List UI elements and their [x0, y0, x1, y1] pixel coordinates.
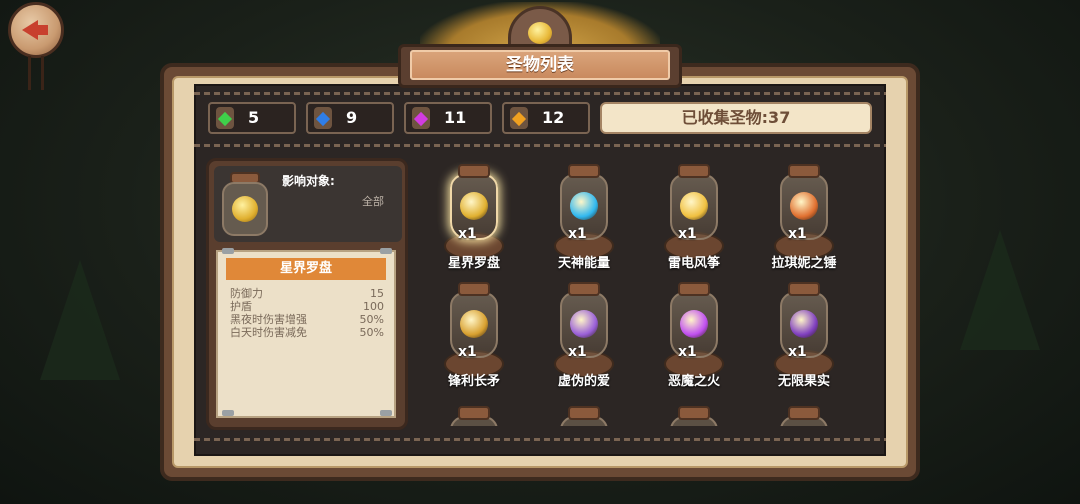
spear-icon [460, 310, 488, 338]
relic-quantity: x1 [568, 226, 587, 242]
relic-quantity: x1 [678, 226, 697, 242]
relic-count-green: 5 [208, 102, 296, 134]
compass-icon [460, 192, 488, 220]
relic-name-label: 虚伪的爱 [557, 374, 610, 389]
collected-count: 已收集圣物:37 [600, 102, 872, 134]
relic-item[interactable]: x1 虚伪的爱 [538, 278, 630, 398]
fruit-icon [790, 310, 818, 338]
background-tree [960, 230, 1040, 350]
relic-slot-partial[interactable] [648, 402, 740, 426]
stat-row: 白天时伤害减免 50% [230, 326, 384, 339]
relic-name-label: 无限果实 [777, 374, 830, 389]
compass-icon [232, 196, 258, 222]
relic-slot-partial[interactable] [538, 402, 630, 426]
relic-item[interactable]: x1 拉琪妮之锤 [758, 160, 850, 280]
relic-name-label: 雷电风筝 [667, 256, 720, 271]
relic-quantity: x1 [788, 226, 807, 242]
relic-quantity: x1 [458, 226, 477, 242]
gem-icon [528, 22, 552, 44]
background-tree [40, 260, 120, 380]
stat-row: 防御力 15 [230, 287, 384, 300]
relic-count-blue: 9 [306, 102, 394, 134]
relic-item[interactable]: x1 恶魔之火 [648, 278, 740, 398]
relic-name: 星界罗盘 [226, 258, 386, 280]
relic-item[interactable]: x1 星界罗盘 [428, 160, 520, 280]
flame-icon [680, 310, 708, 338]
relic-item[interactable]: x1 天神能量 [538, 160, 630, 280]
kite-icon [680, 192, 708, 220]
relic-item[interactable]: x1 雷电风筝 [648, 160, 740, 280]
page-title: 圣物列表 [410, 50, 670, 80]
energy-orb-icon [570, 192, 598, 220]
affect-target-label: 影响对象: [282, 174, 335, 188]
affect-target-value: 全部 [362, 195, 384, 208]
stat-row: 黑夜时伤害增强 50% [230, 313, 384, 326]
relic-name-label: 天神能量 [557, 256, 610, 271]
relic-quantity: x1 [458, 344, 477, 360]
relic-count-purple: 11 [404, 102, 492, 134]
hammer-icon [790, 192, 818, 220]
relic-item[interactable]: x1 无限果实 [758, 278, 850, 398]
relic-quantity: x1 [788, 344, 807, 360]
relic-stats: 防御力 15 护盾 100 黑夜时伤害增强 50% 白天时伤害减免 50% [230, 287, 384, 339]
relic-quantity: x1 [678, 344, 697, 360]
relic-slot-partial[interactable] [428, 402, 520, 426]
selected-relic-jar [220, 172, 270, 238]
relic-name-label: 拉琪妮之锤 [771, 256, 837, 271]
stat-row: 护盾 100 [230, 300, 384, 313]
relic-name-label: 锋利长矛 [447, 374, 500, 389]
back-button[interactable] [8, 2, 64, 92]
relic-count-orange: 12 [502, 102, 590, 134]
relic-slot-partial[interactable] [758, 402, 850, 426]
relic-name-label: 星界罗盘 [447, 256, 500, 271]
relic-quantity: x1 [568, 344, 587, 360]
relic-item[interactable]: x1 锋利长矛 [428, 278, 520, 398]
relic-name-label: 恶魔之火 [667, 374, 720, 389]
heart-icon [570, 310, 598, 338]
